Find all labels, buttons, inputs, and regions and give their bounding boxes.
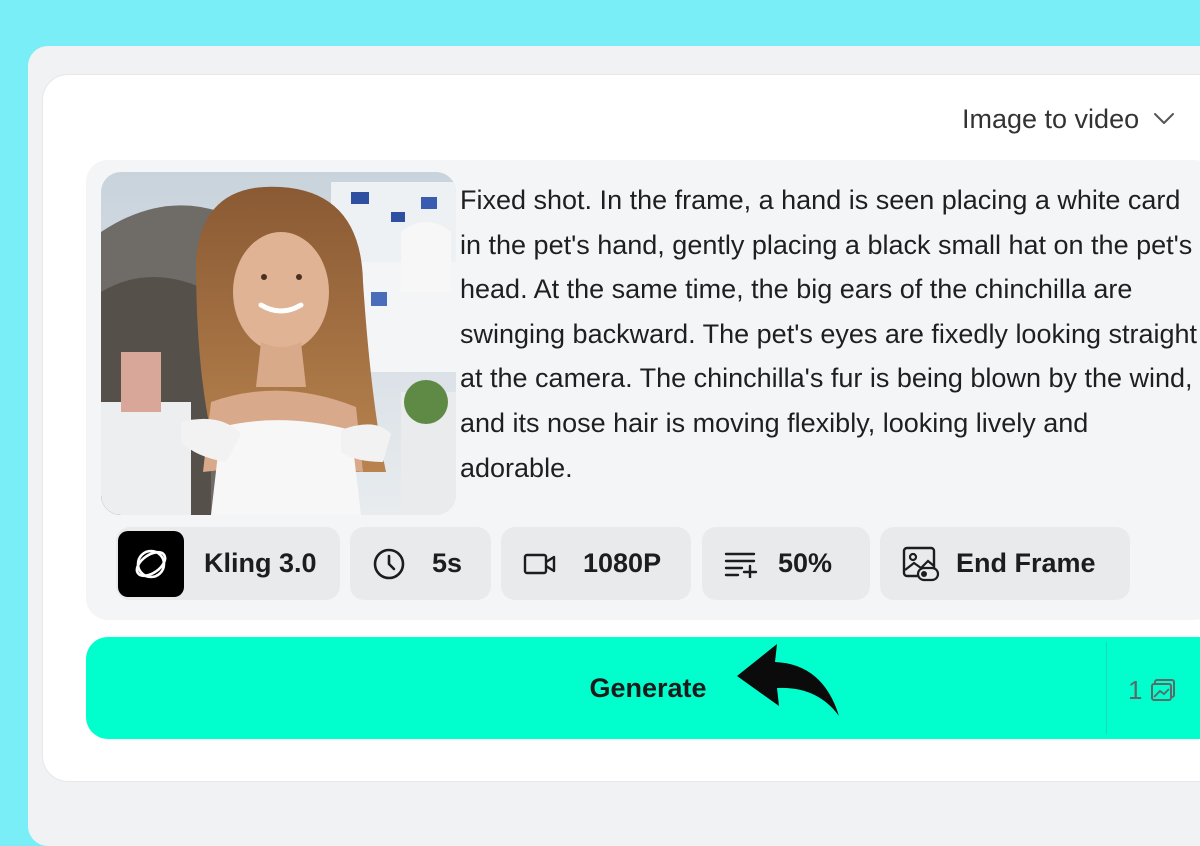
image-icon xyxy=(1151,679,1176,701)
credit-count-value: 1 xyxy=(1128,674,1143,705)
portrait-photo-image xyxy=(101,172,456,515)
kling-logo-icon xyxy=(118,530,184,597)
text-lines-icon xyxy=(724,552,758,578)
resolution-selector[interactable]: 1080P xyxy=(501,527,691,600)
generate-button[interactable]: Generate xyxy=(86,637,1200,739)
video-camera-icon xyxy=(523,553,556,574)
image-frame-icon xyxy=(902,546,940,581)
chevron-down-icon xyxy=(1154,113,1175,124)
duration-selector[interactable]: 5s xyxy=(350,527,491,600)
credit-count: 1 xyxy=(1128,672,1176,708)
prompt-text[interactable]: Fixed shot. In the frame, a hand is seen… xyxy=(460,178,1200,490)
model-label: Kling 3.0 xyxy=(204,548,317,578)
mode-select[interactable]: Image to video xyxy=(962,102,1175,136)
reference-image[interactable] xyxy=(101,172,456,515)
generate-label: Generate xyxy=(589,672,707,703)
model-selector[interactable]: Kling 3.0 xyxy=(116,527,340,600)
resolution-label: 1080P xyxy=(583,548,662,578)
strength-label: 50% xyxy=(778,548,833,578)
strength-selector[interactable]: 50% xyxy=(702,527,870,600)
credit-divider xyxy=(1106,642,1107,734)
end-frame-label: End Frame xyxy=(956,548,1096,578)
curved-arrow-icon xyxy=(737,644,839,716)
duration-label: 5s xyxy=(432,548,463,578)
clock-icon xyxy=(373,548,405,579)
end-frame-selector[interactable]: End Frame xyxy=(880,527,1130,600)
mode-select-label: Image to video xyxy=(962,103,1140,134)
